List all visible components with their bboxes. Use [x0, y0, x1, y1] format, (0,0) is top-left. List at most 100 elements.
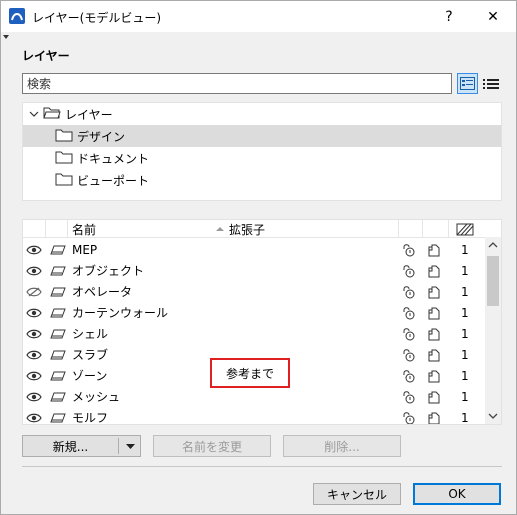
intersection-group[interactable]: 1 [461, 239, 469, 260]
table-row[interactable]: オブジェクト 1 [23, 260, 485, 281]
search-input[interactable]: 検索 [22, 73, 452, 94]
tree-item-label: デザイン [77, 129, 126, 144]
delete-button[interactable]: 削除... [283, 435, 401, 457]
layer-table: 名前 拡張子 MEP 1 オブジェクト 1 オペレータ 1 カーテンウォール 1 シェル 1 スラブ… [22, 219, 502, 425]
lock-icon[interactable] [401, 260, 417, 281]
eye-hidden-icon[interactable] [26, 281, 42, 302]
column-divider[interactable] [45, 220, 46, 238]
layer-name: メッシュ [72, 390, 121, 404]
eye-icon[interactable] [26, 323, 42, 344]
rename-button[interactable]: 名前を変更 [153, 435, 271, 457]
tree-item-viewport[interactable]: ビューポート [23, 169, 501, 191]
layer-icon[interactable] [50, 260, 66, 281]
column-divider[interactable] [398, 220, 399, 238]
layer-name: モルフ [72, 411, 109, 425]
eye-icon[interactable] [26, 344, 42, 365]
tree-view-icon [460, 77, 475, 90]
layer-dialog: レイヤー(モデルビュー) ? ✕ レイヤー 検索 レイヤー デザイン ドキュメン… [0, 0, 517, 515]
tree-item-document[interactable]: ドキュメント [23, 147, 501, 169]
column-header-name[interactable]: 名前 [72, 220, 96, 238]
dropdown-arrow-icon[interactable] [120, 439, 140, 453]
table-row[interactable]: メッシュ 1 [23, 386, 485, 407]
lock-icon[interactable] [401, 386, 417, 407]
intersection-group[interactable]: 1 [461, 281, 469, 302]
cancel-button[interactable]: キャンセル [313, 483, 401, 505]
layer-name: オブジェクト [72, 264, 145, 278]
column-header-extension[interactable]: 拡張子 [229, 220, 265, 238]
layer-icon[interactable] [50, 344, 66, 365]
lock-icon[interactable] [401, 239, 417, 260]
intersection-group[interactable]: 1 [461, 260, 469, 281]
new-button-label: 新規... [52, 439, 89, 454]
table-header: 名前 拡張子 [23, 220, 501, 238]
split-divider [118, 438, 119, 454]
table-row[interactable]: シェル 1 [23, 323, 485, 344]
layer-name: シェル [72, 327, 109, 341]
wireframe-icon[interactable] [427, 260, 441, 281]
annotation-note: 参考まで [210, 358, 290, 388]
table-row[interactable]: MEP 1 [23, 239, 485, 260]
tree-item-label: レイヤー [65, 107, 113, 122]
wireframe-icon[interactable] [427, 344, 441, 365]
eye-icon[interactable] [26, 407, 42, 424]
close-button[interactable]: ✕ [476, 1, 510, 32]
ok-button[interactable]: OK [413, 483, 501, 505]
layer-name: オペレータ [72, 285, 133, 299]
layer-icon[interactable] [50, 239, 66, 260]
intersection-group[interactable]: 1 [461, 386, 469, 407]
list-view-button[interactable] [480, 73, 501, 94]
wireframe-icon[interactable] [427, 365, 441, 386]
wireframe-icon[interactable] [427, 323, 441, 344]
lock-icon[interactable] [401, 281, 417, 302]
chevron-down-icon[interactable] [29, 107, 39, 121]
intersection-group[interactable]: 1 [461, 323, 469, 344]
table-row[interactable]: モルフ 1 [23, 407, 485, 425]
layer-icon[interactable] [50, 281, 66, 302]
column-divider[interactable] [67, 220, 68, 238]
table-row[interactable]: カーテンウォール 1 [23, 302, 485, 323]
eye-icon[interactable] [26, 365, 42, 386]
intersection-group[interactable]: 1 [461, 407, 469, 425]
column-divider[interactable] [422, 220, 423, 238]
eye-icon[interactable] [26, 260, 42, 281]
wireframe-icon[interactable] [427, 281, 441, 302]
collapse-arrow-icon[interactable] [3, 35, 9, 39]
title-bar: レイヤー(モデルビュー) ? ✕ [1, 1, 516, 32]
lock-icon[interactable] [401, 407, 417, 424]
layer-icon[interactable] [50, 302, 66, 323]
table-scrollbar[interactable] [485, 237, 501, 424]
sort-ascending-icon [215, 220, 225, 238]
lock-icon[interactable] [401, 302, 417, 323]
lock-icon[interactable] [401, 323, 417, 344]
table-row[interactable]: オペレータ 1 [23, 281, 485, 302]
scroll-up-icon[interactable] [485, 237, 501, 253]
wireframe-icon[interactable] [427, 239, 441, 260]
layer-icon[interactable] [50, 365, 66, 386]
wireframe-icon[interactable] [427, 302, 441, 323]
help-button[interactable]: ? [432, 1, 466, 32]
eye-icon[interactable] [26, 386, 42, 407]
tree-item-layer[interactable]: レイヤー [23, 103, 501, 125]
scrollbar-thumb[interactable] [487, 256, 499, 306]
new-button[interactable]: 新規... [22, 435, 141, 457]
wireframe-icon[interactable] [427, 386, 441, 407]
layer-icon[interactable] [50, 407, 66, 424]
tree-item-label: ビューポート [77, 173, 150, 188]
app-icon [9, 8, 25, 24]
tree-view-button[interactable] [457, 73, 478, 94]
eye-icon[interactable] [26, 239, 42, 260]
intersection-group[interactable]: 1 [461, 302, 469, 323]
scroll-down-icon[interactable] [485, 408, 501, 424]
intersection-group[interactable]: 1 [461, 344, 469, 365]
column-divider[interactable] [448, 220, 449, 238]
layer-icon[interactable] [50, 323, 66, 344]
lock-icon[interactable] [401, 344, 417, 365]
tree-item-design[interactable]: デザイン [23, 125, 501, 147]
wireframe-icon[interactable] [427, 407, 441, 424]
intersection-group[interactable]: 1 [461, 365, 469, 386]
layer-icon[interactable] [50, 386, 66, 407]
eye-icon[interactable] [26, 302, 42, 323]
lock-icon[interactable] [401, 365, 417, 386]
layer-set-tree: レイヤー デザイン ドキュメント ビューポート [22, 102, 502, 201]
layer-name: スラブ [72, 348, 109, 362]
